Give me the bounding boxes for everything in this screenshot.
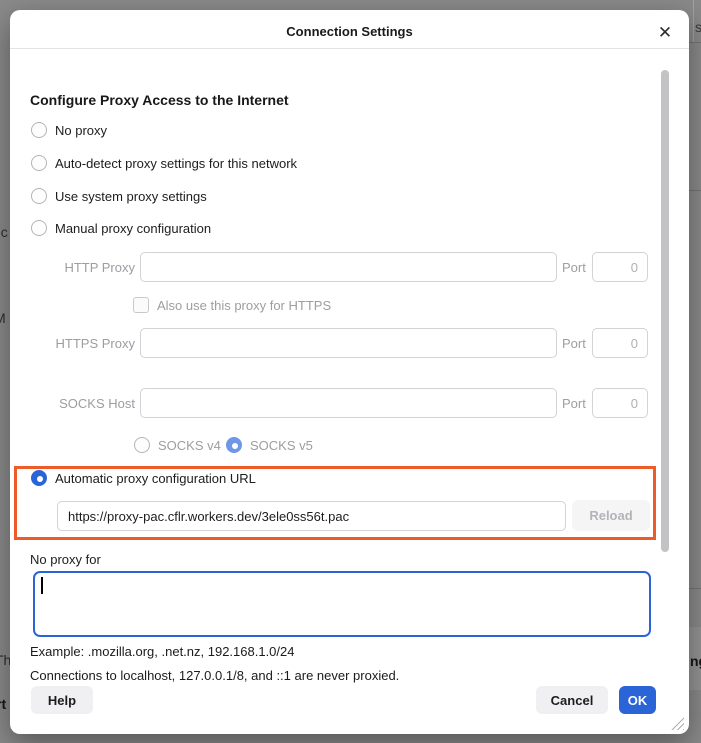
radio-label: Use system proxy settings <box>55 189 207 204</box>
background-text-fragment: M <box>0 310 6 326</box>
radio-icon[interactable] <box>31 470 47 486</box>
radio-icon[interactable] <box>31 220 47 236</box>
socks-host-label: SOCKS Host <box>10 396 135 411</box>
background-text-fragment: s <box>695 19 701 35</box>
radio-icon[interactable] <box>31 122 47 138</box>
http-port-input[interactable] <box>592 252 648 282</box>
socks-port-input[interactable] <box>592 388 648 418</box>
https-proxy-input[interactable] <box>140 328 557 358</box>
resize-handle[interactable] <box>667 713 684 730</box>
http-proxy-input[interactable] <box>140 252 557 282</box>
scrollbar-thumb[interactable] <box>661 70 669 552</box>
radio-label: No proxy <box>55 123 107 138</box>
background-divider <box>693 0 694 42</box>
https-port-input[interactable] <box>592 328 648 358</box>
connection-settings-dialog: Connection Settings ✕ Configure Proxy Ac… <box>10 10 689 734</box>
radio-socks-v5[interactable]: SOCKS v5 <box>226 437 313 453</box>
ok-button[interactable]: OK <box>619 686 656 714</box>
checkbox-icon[interactable] <box>133 297 149 313</box>
radio-socks-v4[interactable]: SOCKS v4 <box>134 437 221 453</box>
socks-host-input[interactable] <box>140 388 557 418</box>
screen: { "overlay": { "fragments": [ { "text": … <box>0 0 701 743</box>
background-divider <box>689 42 701 43</box>
cancel-button[interactable]: Cancel <box>536 686 608 714</box>
close-icon[interactable]: ✕ <box>653 21 677 45</box>
radio-manual-proxy[interactable]: Manual proxy configuration <box>31 220 211 236</box>
http-proxy-label: HTTP Proxy <box>10 260 135 275</box>
radio-label: Manual proxy configuration <box>55 221 211 236</box>
radio-label: Auto-detect proxy settings for this netw… <box>55 156 297 171</box>
radio-no-proxy[interactable]: No proxy <box>31 122 107 138</box>
reload-button[interactable]: Reload <box>572 500 650 531</box>
dialog-title: Connection Settings <box>10 24 689 39</box>
example-text: Example: .mozilla.org, .net.nz, 192.168.… <box>30 644 295 659</box>
http-port-label: Port <box>562 260 586 275</box>
header-divider <box>10 48 689 49</box>
checkbox-label: Also use this proxy for HTTPS <box>157 298 331 313</box>
radio-icon[interactable] <box>31 188 47 204</box>
radio-label: Automatic proxy configuration URL <box>55 471 256 486</box>
radio-system-proxy[interactable]: Use system proxy settings <box>31 188 207 204</box>
radio-auto-proxy-url[interactable]: Automatic proxy configuration URL <box>31 470 256 486</box>
use-proxy-for-https-checkbox[interactable]: Also use this proxy for HTTPS <box>133 297 331 313</box>
background-text-fragment: ec <box>0 224 8 240</box>
text-cursor <box>41 577 43 594</box>
radio-icon[interactable] <box>226 437 242 453</box>
radio-label: SOCKS v4 <box>158 438 221 453</box>
socks-port-label: Port <box>562 396 586 411</box>
proxy-url-input[interactable] <box>57 501 566 531</box>
localhost-note: Connections to localhost, 127.0.0.1/8, a… <box>30 668 399 683</box>
radio-label: SOCKS v5 <box>250 438 313 453</box>
no-proxy-for-textarea[interactable] <box>33 571 651 637</box>
https-port-label: Port <box>562 336 586 351</box>
radio-icon[interactable] <box>134 437 150 453</box>
no-proxy-for-label: No proxy for <box>30 552 101 567</box>
page-title: Configure Proxy Access to the Internet <box>30 92 289 108</box>
help-button[interactable]: Help <box>31 686 93 714</box>
radio-icon[interactable] <box>31 155 47 171</box>
https-proxy-label: HTTPS Proxy <box>10 336 135 351</box>
background-text-fragment: ng <box>690 653 701 669</box>
radio-auto-detect[interactable]: Auto-detect proxy settings for this netw… <box>31 155 297 171</box>
background-text-fragment: rt <box>0 696 6 712</box>
background-divider <box>689 588 701 589</box>
background-divider <box>689 190 701 191</box>
